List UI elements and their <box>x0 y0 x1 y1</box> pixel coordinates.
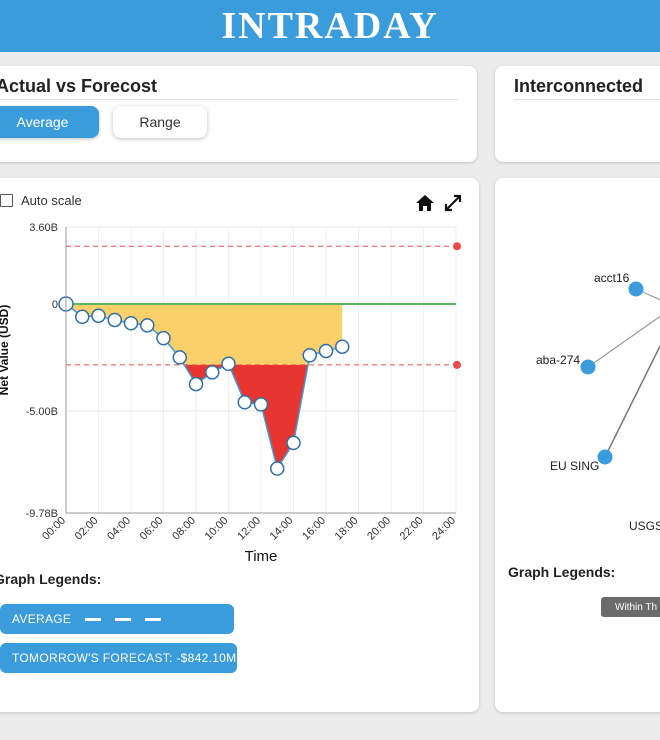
interconnected-title: Interconnected <box>514 76 644 96</box>
data-point <box>156 330 171 346</box>
actual-vs-forecast-card: Actual vs Forecost Average Range <box>0 66 477 162</box>
x-tick-label: 10:00 <box>203 515 231 543</box>
app-title: INTRADAY <box>221 5 439 47</box>
auto-scale-checkbox[interactable] <box>0 194 13 207</box>
data-point <box>140 318 155 333</box>
x-tick-label: 18:00 <box>333 515 361 543</box>
home-icon[interactable] <box>415 193 435 213</box>
x-tick-label: 04:00 <box>105 515 133 543</box>
data-point <box>75 309 90 325</box>
chart-area-fills <box>66 303 343 469</box>
network-edge <box>604 344 660 458</box>
node-label-eu-sing: EU SING <box>550 459 599 473</box>
x-tick-label: 02:00 <box>73 515 101 543</box>
node-label-acct16: acct16 <box>594 271 630 285</box>
data-point <box>335 339 350 354</box>
data-point <box>270 461 285 476</box>
x-tick-label: 16:00 <box>300 515 328 543</box>
data-point <box>188 376 204 392</box>
x-tick-label: 14:00 <box>268 515 296 543</box>
data-point <box>302 348 317 363</box>
dash-mark <box>145 617 162 621</box>
x-tick-label: 20:00 <box>365 515 393 543</box>
data-point <box>107 312 122 328</box>
y-tick-label: 3.60B <box>29 222 58 234</box>
actual-vs-forecast-title: Actual vs Forecost <box>0 76 158 96</box>
expand-icon[interactable] <box>443 193 463 213</box>
x-tick-label: 08:00 <box>170 515 198 543</box>
data-point <box>172 350 187 365</box>
legend-forecast-label: TOMORROW'S FORECAST: -$842.10M <box>12 651 237 665</box>
average-button[interactable]: Average <box>0 106 99 138</box>
data-point <box>205 365 220 380</box>
y-tick-label: -5.00B <box>26 406 58 418</box>
data-point <box>237 395 252 410</box>
data-point <box>91 308 106 323</box>
x-tick-label: 22:00 <box>398 515 426 543</box>
node-label-usgs: USGS <box>629 519 660 533</box>
interconnected-card: Interconnected <box>495 66 660 162</box>
auto-scale-label: Auto scale <box>21 193 82 208</box>
legend-average: AVERAGE <box>0 604 234 634</box>
y-tick-label: -9.78B <box>26 508 58 520</box>
data-point <box>253 397 269 412</box>
chart-axes: 3.60B0-5.00B-9.78B00:00 02:00 04:00 06:00 08… <box>0 222 458 565</box>
data-point <box>123 315 139 331</box>
data-point <box>221 356 236 372</box>
node-acct16 <box>628 281 644 297</box>
graph-legends-title: Graph Legends: <box>0 571 102 587</box>
node-eu-sing <box>597 449 613 465</box>
dash-mark <box>115 617 132 621</box>
x-tick-label: 24:00 <box>430 515 458 543</box>
threshold-marker <box>453 242 461 251</box>
data-point <box>286 435 301 451</box>
y-tick-label: 0 <box>52 299 58 311</box>
chip-label: Within Th <box>615 601 658 613</box>
net-value-chart: 3.60B0-5.00B-9.78B00:00 02:00 04:00 06:00 08… <box>0 222 461 565</box>
legend-forecast: TOMORROW'S FORECAST: -$842.10M <box>0 643 237 673</box>
legend-chip-within-threshold: Within Th <box>601 597 660 617</box>
x-tick-label: 12:00 <box>235 515 263 543</box>
card-divider <box>514 99 660 100</box>
auto-scale-toggle[interactable]: Auto scale <box>0 193 82 208</box>
network-legend-title: Graph Legends: <box>508 564 616 580</box>
node-aba-274 <box>580 359 596 375</box>
network-edge <box>587 315 660 368</box>
x-tick-label: 06:00 <box>138 515 166 543</box>
legend-average-label: AVERAGE <box>12 612 72 626</box>
app-header: INTRADAY <box>0 0 660 52</box>
dash-mark <box>85 617 102 621</box>
data-point <box>318 343 334 359</box>
y-axis-title: Net Value (USD) <box>0 305 11 396</box>
card-divider <box>0 99 458 100</box>
network-graph: acct16 aba-274 EU SING USGS <box>536 271 660 533</box>
node-label-aba-274: aba-274 <box>536 353 580 367</box>
threshold-marker <box>453 360 461 369</box>
x-axis-title: Time <box>245 548 278 565</box>
range-button[interactable]: Range <box>113 106 207 138</box>
